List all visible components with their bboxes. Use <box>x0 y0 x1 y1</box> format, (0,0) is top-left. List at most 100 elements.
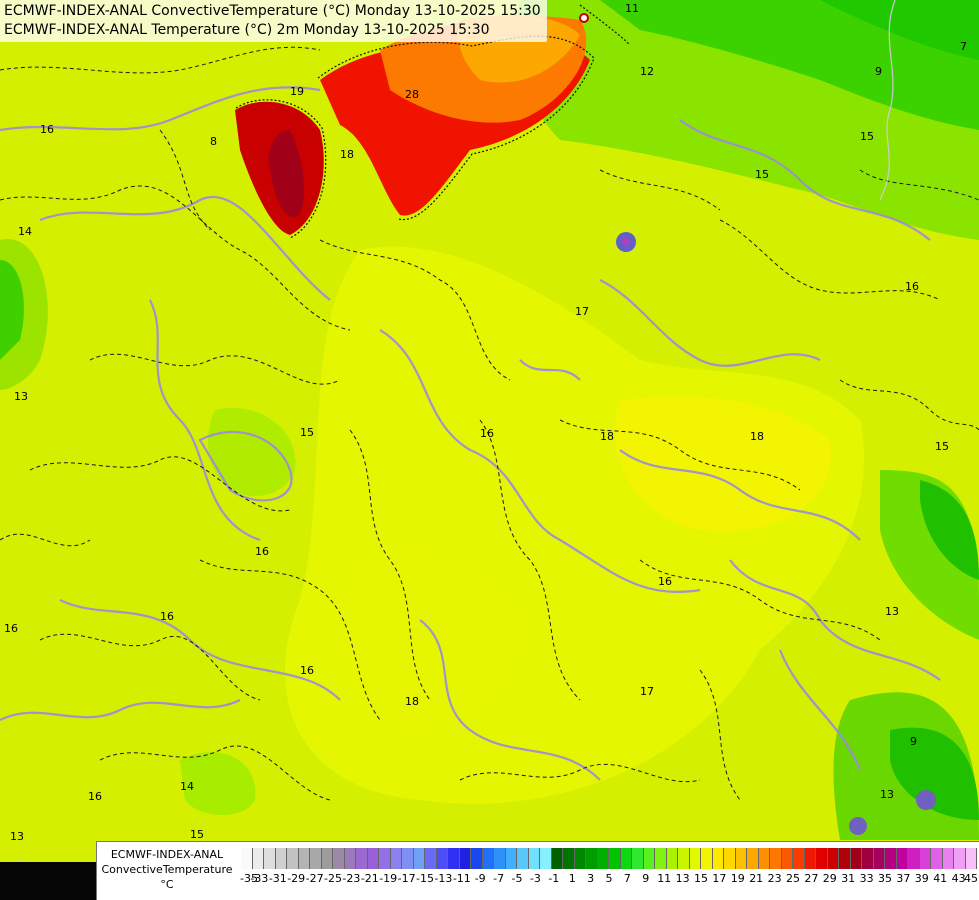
map-corner-mask <box>0 862 96 900</box>
legend-swatch <box>298 848 310 869</box>
legend-swatch <box>264 848 276 869</box>
legend-swatch <box>620 848 632 869</box>
legend-swatch <box>367 848 379 869</box>
legend-swatch <box>816 848 828 869</box>
contour-label: 16 <box>255 545 269 558</box>
contour-label: 16 <box>905 280 919 293</box>
contour-label: 28 <box>405 88 419 101</box>
legend-tick-label: -29 <box>287 872 306 885</box>
legend-swatch <box>873 848 885 869</box>
legend-swatch <box>793 848 805 869</box>
legend-swatch <box>919 848 931 869</box>
legend-swatch <box>379 848 391 869</box>
legend-tick-label: -17 <box>397 872 416 885</box>
legend-swatch <box>770 848 782 869</box>
legend-swatch <box>528 848 540 869</box>
legend-swatch <box>241 848 253 869</box>
legend-tick-label: 15 <box>694 872 708 885</box>
legend-swatch <box>563 848 575 869</box>
contour-label: 14 <box>180 780 194 793</box>
contour-label: 16 <box>4 622 18 635</box>
legend-tick-label: 11 <box>657 872 672 885</box>
contour-label: 12 <box>640 65 654 78</box>
contour-label: 18 <box>750 430 764 443</box>
legend-tick-label: -15 <box>416 872 434 885</box>
legend-tick-label: 1 <box>568 872 576 885</box>
legend-swatch <box>425 848 437 869</box>
contour-label: 16 <box>300 664 314 677</box>
legend-swatch <box>436 848 448 869</box>
legend-tick-label: 39 <box>914 872 929 885</box>
contour-label: 9 <box>910 735 917 748</box>
legend-swatch <box>609 848 621 869</box>
legend-tick-label: 7 <box>623 872 631 885</box>
legend-swatch <box>494 848 506 869</box>
legend-tick-label: 33 <box>859 872 874 885</box>
legend-tick-label: -21 <box>360 872 379 885</box>
contour-label: 17 <box>575 305 589 318</box>
legend-swatch <box>459 848 471 869</box>
legend-swatch <box>804 848 816 869</box>
legend-swatch <box>724 848 736 869</box>
contour-label: 19 <box>290 85 304 98</box>
legend-swatch <box>931 848 943 869</box>
map-header: ECMWF-INDEX-ANAL ConvectiveTemperature (… <box>0 0 547 42</box>
legend-tick-label: -5 <box>511 872 523 885</box>
legend-tick-label: -19 <box>379 872 398 885</box>
legend-swatch <box>597 848 609 869</box>
legend-tick-label: 21 <box>749 872 764 885</box>
legend-ticks: -35 -33 -31 -29 -27 -25 -23 -21 -19 -17 -15 -13 -11-… <box>240 872 978 888</box>
legend-title: ECMWF-INDEX-ANAL ConvectiveTemperature °… <box>97 842 237 899</box>
weather-map: 16 14 13 15 16 18 18 16 16 16 18 16 16 1… <box>0 0 979 900</box>
legend-tick-label: 13 <box>675 872 690 885</box>
legend-swatches <box>241 848 977 869</box>
header-line-1: ECMWF-INDEX-ANAL ConvectiveTemperature (… <box>4 3 541 19</box>
legend-tick-label: -3 <box>529 872 541 885</box>
legend-swatch <box>655 848 667 869</box>
legend-tick-label: -11 <box>452 872 471 885</box>
contour-label: 8 <box>210 135 217 148</box>
legend-swatch <box>678 848 690 869</box>
contour-label: 16 <box>88 790 102 803</box>
legend-swatch <box>839 848 851 869</box>
legend-tick-label: 45 <box>964 872 978 885</box>
legend-swatch <box>908 848 920 869</box>
contour-label: 15 <box>300 426 314 439</box>
legend-swatch <box>735 848 747 869</box>
color-legend: ECMWF-INDEX-ANAL ConvectiveTemperature °… <box>96 841 979 900</box>
legend-swatch <box>701 848 713 869</box>
legend-title-line1: ECMWF-INDEX-ANAL <box>110 848 224 861</box>
legend-tick-label: -9 <box>474 872 486 885</box>
legend-swatch <box>344 848 356 869</box>
legend-swatch <box>471 848 483 869</box>
legend-swatch <box>586 848 598 869</box>
legend-tick-label: -25 <box>324 872 342 885</box>
legend-swatch <box>517 848 529 869</box>
legend-swatch <box>896 848 908 869</box>
legend-swatch <box>965 848 977 869</box>
legend-swatch <box>942 848 954 869</box>
legend-swatch <box>758 848 770 869</box>
legend-swatch <box>448 848 460 869</box>
contour-label: 16 <box>160 610 174 623</box>
legend-swatch <box>287 848 299 869</box>
legend-swatch <box>827 848 839 869</box>
legend-swatch <box>850 848 862 869</box>
contour-label: 16 <box>480 427 494 440</box>
legend-tick-label: 37 <box>896 872 911 885</box>
legend-tick-label: 27 <box>804 872 819 885</box>
legend-swatch <box>666 848 678 869</box>
legend-swatch <box>643 848 655 869</box>
contour-label: 16 <box>658 575 672 588</box>
contour-label: 15 <box>860 130 874 143</box>
legend-swatch <box>356 848 368 869</box>
legend-tick-label: -31 <box>268 872 287 885</box>
legend-tick-label: 25 <box>786 872 800 885</box>
contour-label: 15 <box>190 828 204 841</box>
contour-label: 14 <box>18 225 32 238</box>
legend-tick-label: -13 <box>434 872 453 885</box>
legend-swatch <box>540 848 552 869</box>
legend-swatch <box>954 848 966 869</box>
legend-swatch <box>321 848 333 869</box>
legend-swatch <box>885 848 897 869</box>
